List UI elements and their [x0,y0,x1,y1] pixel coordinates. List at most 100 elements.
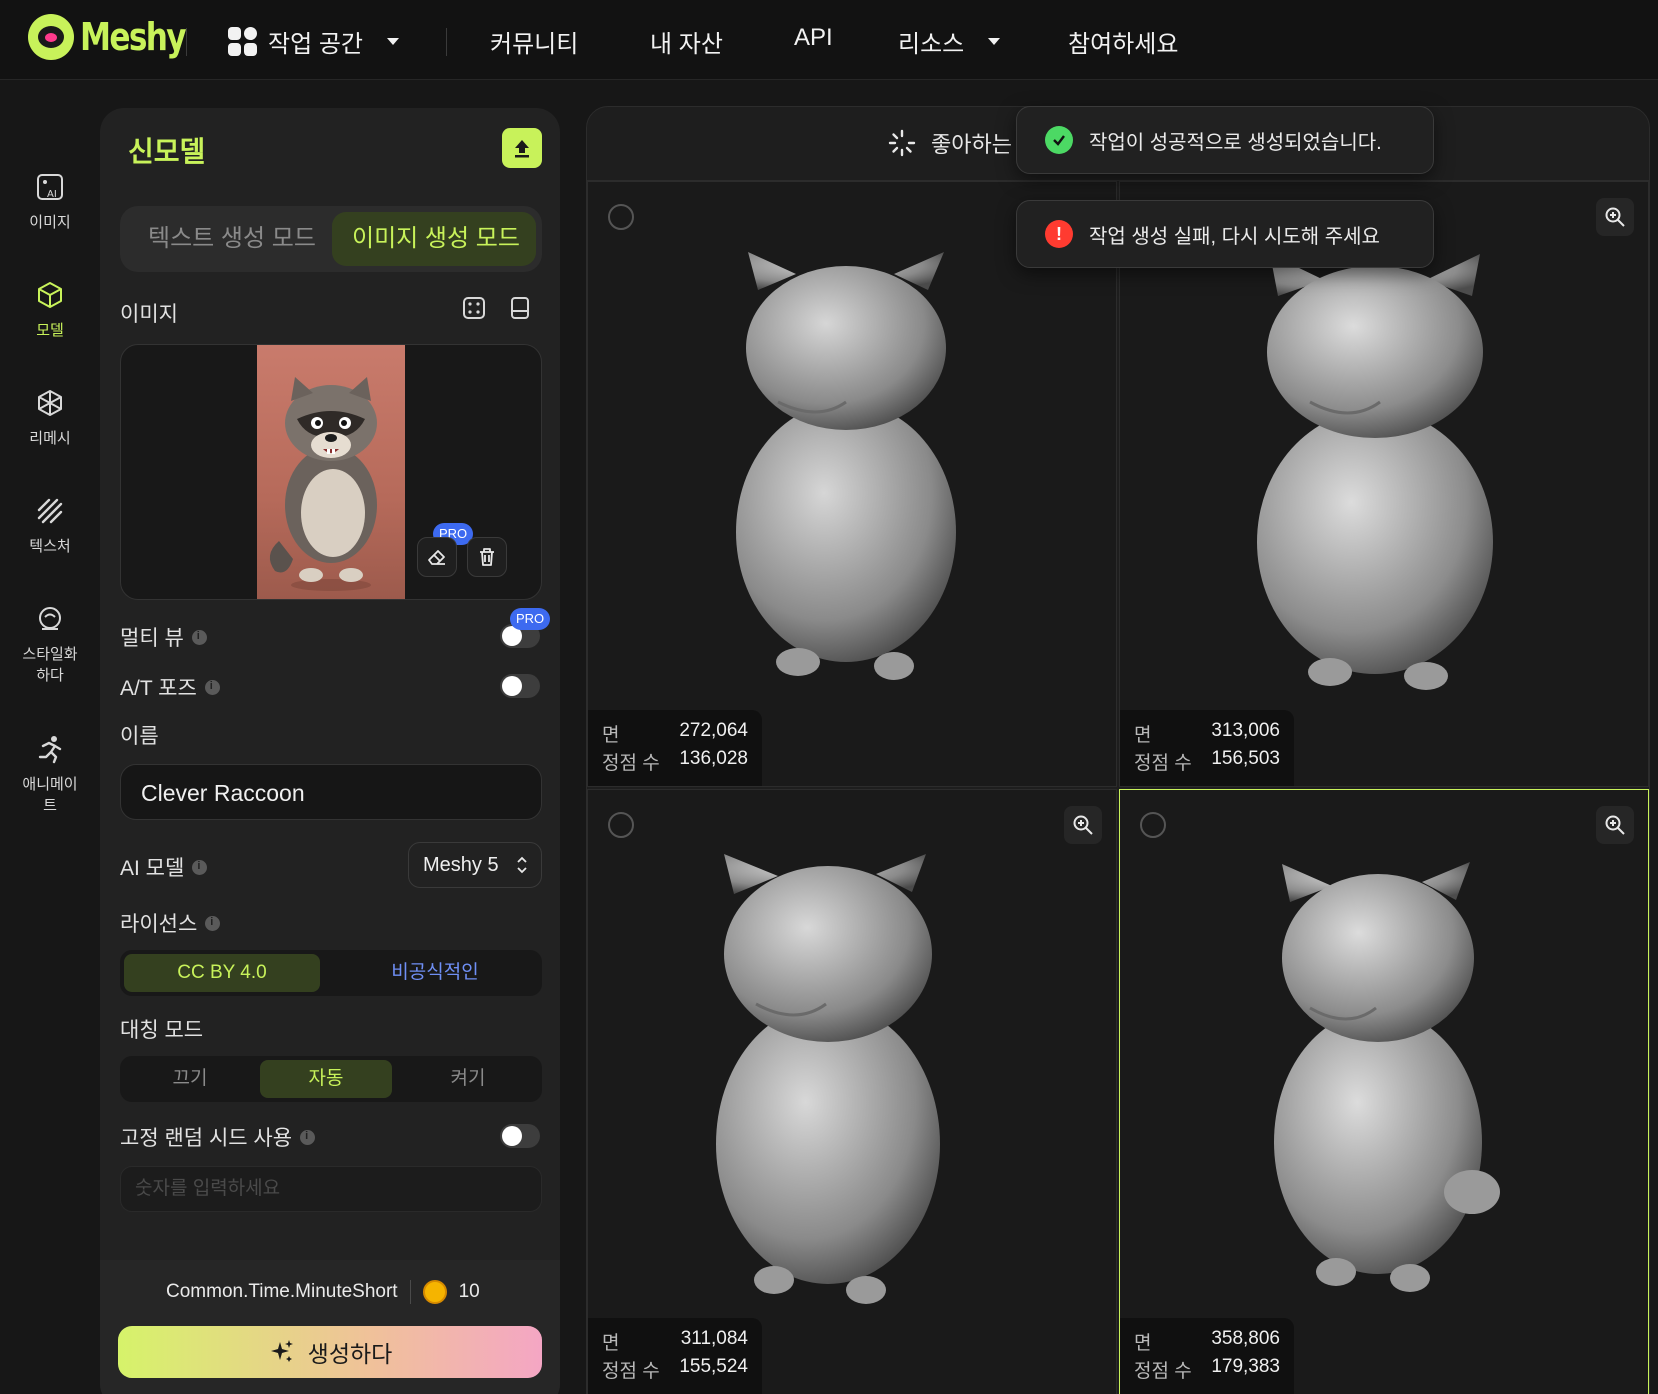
select-radio[interactable] [608,204,634,230]
vertices-value: 155,524 [679,1356,748,1377]
mesh-stats: 면 272,064 정점 수 136,028 [588,710,762,786]
rail-item-texture[interactable]: 텍스처 [0,496,100,557]
nav-community[interactable]: 커뮤니티 [490,24,578,59]
at-pose-label-text: A/T 포즈 [120,677,197,700]
license-label-text: 라이선스 [120,913,198,936]
faces-value: 311,084 [680,1328,748,1349]
rail-item-label: 텍스처 [29,538,71,555]
nav-api-label: API [794,24,833,51]
ai-model-label: AI 모델 [120,852,208,882]
divider [446,28,447,56]
texture-icon [37,498,63,524]
zoom-in-button[interactable] [1596,198,1634,236]
info-icon[interactable] [300,1129,316,1145]
tab-text-mode[interactable]: 텍스트 생성 모드 [126,212,326,266]
svg-text:AI: AI [47,189,57,200]
info-icon[interactable] [204,679,220,695]
chevron-down-icon [387,38,399,45]
rail-item-label: 모델 [36,322,64,339]
raccoon-reference-image [257,345,405,599]
name-label: 이름 [120,725,159,748]
vertices-value: 136,028 [679,748,748,769]
uploaded-image-preview[interactable]: PRO [120,344,542,600]
rail-item-label: 트 [43,797,57,814]
symmetry-option-auto[interactable]: 자동 [260,1060,392,1098]
info-icon[interactable] [192,859,208,875]
success-toast: 작업이 성공적으로 생성되었습니다. [1016,106,1434,174]
error-toast: ! 작업 생성 실패, 다시 시도해 주세요 [1016,200,1434,268]
time-estimate: Common.Time.MinuteShort [166,1281,398,1302]
fixed-seed-toggle[interactable] [500,1124,540,1148]
select-radio[interactable] [608,812,634,838]
faces-label: 면 [1134,725,1152,746]
model-result-card[interactable]: 면 311,084 정점 수 155,524 [587,789,1117,1394]
select-radio[interactable] [1140,812,1166,838]
tab-image-mode[interactable]: 이미지 생성 모드 [332,212,536,266]
nav-resources[interactable]: 리소스 [898,24,1001,59]
meshy-logo[interactable]: Meshy [28,14,208,60]
credit-cost: 10 [458,1281,480,1302]
vertices-value: 179,383 [1211,1356,1280,1377]
rail-item-stylize[interactable]: 스타일화 하다 [0,604,100,686]
generate-button[interactable]: 생성하다 [118,1326,542,1378]
results-area: 좋아하는 면 272,064 정점 수 136,028 면 313,006 정점… [586,106,1650,1394]
license-option-cc-by[interactable]: CC BY 4.0 [124,954,320,992]
model-result-card[interactable]: 면 272,064 정점 수 136,028 [587,181,1117,787]
rail-item-label: 이미지 [29,214,71,231]
eraser-icon [428,550,445,565]
rail-item-label: 리메시 [29,430,71,447]
symmetry-option-off[interactable]: 끄기 [124,1060,256,1098]
error-message: 작업 생성 실패, 다시 시도해 주세요 [1089,225,1380,248]
zoom-in-icon [1605,207,1625,227]
license-selector: CC BY 4.0 비공식적인 [120,950,542,996]
fixed-seed-label-text: 고정 랜덤 시드 사용 [120,1127,293,1150]
faces-label: 면 [1134,1333,1152,1354]
generate-button-label: 생성하다 [307,1341,393,1367]
loading-spinner-icon [888,129,916,157]
workspace-grid-icon [228,26,258,57]
info-icon[interactable] [191,629,207,645]
eraser-button[interactable] [417,537,457,577]
zoom-in-button[interactable] [1064,806,1102,844]
rail-item-model[interactable]: 모델 [0,280,100,341]
at-pose-toggle[interactable] [500,674,540,698]
remesh-icon [38,390,62,416]
license-option-private[interactable]: 비공식적인 [332,954,538,992]
generation-mode-tabs: 텍스트 생성 모드 이미지 생성 모드 [120,206,542,272]
ai-model-label-text: AI 모델 [120,857,185,880]
seed-input[interactable]: 숫자를 입력하세요 [120,1166,542,1212]
license-label: 라이선스 [120,908,221,938]
raccoon-3d-model-render [1257,254,1493,690]
chevron-down-icon [988,38,1001,45]
vertices-label: 정점 수 [602,753,660,774]
favorite-label: 좋아하는 [931,132,1012,157]
nav-join[interactable]: 참여하세요 [1068,24,1178,59]
symmetry-option-on[interactable]: 켜기 [400,1060,536,1098]
model-name-input[interactable]: Clever Raccoon [120,764,542,820]
upload-button[interactable] [502,128,542,168]
cube-icon [38,282,62,308]
zoom-in-icon [1605,815,1625,835]
rail-item-remesh[interactable]: 리메시 [0,388,100,449]
model-result-card[interactable]: 면 313,006 정점 수 156,503 [1119,181,1649,787]
rail-item-animate[interactable]: 애니메이 트 [0,734,100,816]
nav-my-assets-label: 내 자산 [650,31,723,58]
nav-resources-label: 리소스 [898,31,965,58]
nav-workspace[interactable]: 작업 공간 [228,24,399,59]
new-model-panel: 신모델 텍스트 생성 모드 이미지 생성 모드 이미지 PRO 멀티 뷰i PR… [100,108,560,1394]
dice-icon[interactable] [462,296,486,325]
favorite-control[interactable]: 좋아하는 [887,127,1012,159]
nav-api[interactable]: API [794,24,833,52]
delete-image-button[interactable] [467,537,507,577]
nav-my-assets[interactable]: 내 자산 [650,24,723,59]
info-icon[interactable] [205,915,221,931]
raccoon-3d-model-render [716,854,940,1304]
symmetry-mode-label: 대칭 모드 [120,1019,204,1042]
zoom-in-button[interactable] [1596,806,1634,844]
gallery-icon[interactable] [508,296,532,325]
ai-image-icon: AI [37,174,63,200]
rail-item-image[interactable]: AI 이미지 [0,172,100,233]
model-result-card-selected[interactable]: 면 358,806 정점 수 179,383 [1119,789,1649,1394]
multi-view-label-text: 멀티 뷰 [120,627,184,650]
ai-model-select[interactable]: Meshy 5 [408,842,542,888]
